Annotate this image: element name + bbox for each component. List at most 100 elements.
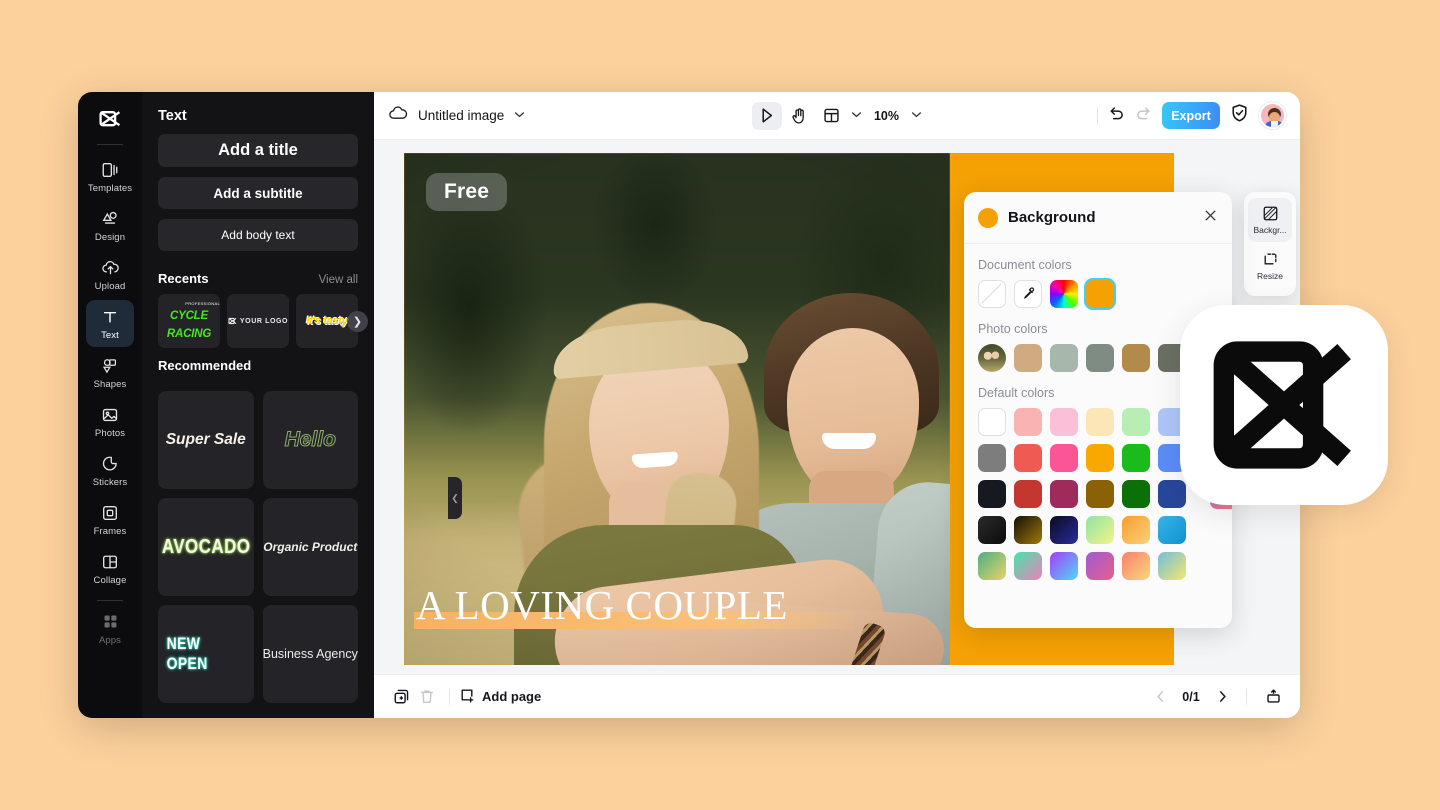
default-color-swatch[interactable] — [1122, 480, 1150, 508]
cloud-icon[interactable] — [388, 105, 408, 127]
background-panel-header: Background — [964, 192, 1232, 244]
sidebar-item-design[interactable]: Design — [86, 202, 134, 249]
color-wheel-swatch[interactable] — [1050, 280, 1078, 308]
dock-item-background[interactable]: Backgr... — [1248, 198, 1292, 242]
default-color-swatch[interactable] — [1050, 516, 1078, 544]
default-color-swatch[interactable] — [1014, 516, 1042, 544]
sidebar-item-shapes[interactable]: Shapes — [86, 349, 134, 396]
photo-source-thumbnail[interactable] — [978, 344, 1006, 372]
default-color-swatch[interactable] — [1122, 552, 1150, 580]
default-color-swatch[interactable] — [1050, 408, 1078, 436]
default-color-swatch[interactable] — [1158, 552, 1186, 580]
default-color-swatch[interactable] — [1014, 444, 1042, 472]
default-color-swatch[interactable] — [1014, 408, 1042, 436]
sidebar-item-collage[interactable]: Collage — [86, 545, 134, 592]
transparent-swatch[interactable] — [978, 280, 1006, 308]
default-color-swatch[interactable] — [1122, 444, 1150, 472]
sidebar-label: Collage — [93, 575, 127, 586]
present-icon[interactable] — [1260, 684, 1286, 710]
default-color-swatch[interactable] — [1158, 480, 1186, 508]
duplicate-page-icon[interactable] — [388, 684, 414, 710]
recent-template-card[interactable]: YOUR LOGO — [227, 294, 289, 348]
dock-item-resize[interactable]: Resize — [1248, 244, 1292, 288]
default-color-swatch[interactable] — [978, 480, 1006, 508]
export-button[interactable]: Export — [1162, 102, 1220, 129]
photo-color-swatch[interactable] — [1122, 344, 1150, 372]
sidebar-item-photos[interactable]: Photos — [86, 398, 134, 445]
free-badge[interactable]: Free — [426, 173, 508, 211]
add-title-button[interactable]: Add a title — [158, 134, 358, 167]
sidebar-item-upload[interactable]: Upload — [86, 251, 134, 298]
eyedropper-swatch[interactable] — [1014, 280, 1042, 308]
zoom-chevron-down-icon[interactable] — [911, 110, 922, 121]
default-color-swatch[interactable] — [1014, 480, 1042, 508]
photo-color-swatch[interactable] — [1086, 344, 1114, 372]
recents-header: Recents View all — [142, 261, 374, 294]
default-color-swatch[interactable] — [1014, 552, 1042, 580]
rec-3-label: Organic Product — [263, 540, 358, 554]
chevron-down-icon[interactable] — [514, 110, 525, 121]
zoom-level-value[interactable]: 10% — [874, 109, 899, 123]
hand-tool-button[interactable] — [784, 102, 814, 130]
sidebar-label: Design — [94, 232, 126, 243]
document-title[interactable]: Untitled image — [418, 108, 504, 123]
default-color-swatch[interactable] — [1086, 516, 1114, 544]
default-color-swatch[interactable] — [1050, 444, 1078, 472]
recent-template-card[interactable]: PROFESSIONAL CYCLE RACING — [158, 294, 220, 348]
recents-next-arrow[interactable]: ❯ — [347, 311, 368, 332]
layout-tool-button[interactable] — [816, 102, 846, 130]
topbar-left: Untitled image — [388, 105, 525, 127]
default-color-swatch[interactable] — [978, 552, 1006, 580]
sidebar-item-stickers[interactable]: Stickers — [86, 447, 134, 494]
photo-color-swatch[interactable] — [1014, 344, 1042, 372]
default-color-swatch[interactable] — [1086, 408, 1114, 436]
capcut-logo-icon[interactable] — [93, 104, 127, 134]
layout-chevron-down-icon[interactable] — [851, 110, 862, 121]
redo-icon[interactable] — [1135, 105, 1152, 126]
chevron-right-icon[interactable] — [1211, 686, 1233, 708]
default-color-swatch[interactable] — [1086, 552, 1114, 580]
view-all-link[interactable]: View all — [319, 274, 358, 286]
close-icon[interactable] — [1203, 208, 1218, 227]
default-color-swatch[interactable] — [978, 444, 1006, 472]
chevron-left-icon[interactable] — [1149, 686, 1171, 708]
default-color-swatch[interactable] — [1158, 516, 1186, 544]
undo-icon[interactable] — [1108, 105, 1125, 126]
shield-check-icon[interactable] — [1230, 103, 1249, 128]
sidebar-item-apps[interactable]: Apps — [86, 605, 134, 652]
sidebar-label: Apps — [98, 635, 122, 646]
default-color-swatch[interactable] — [1086, 480, 1114, 508]
toolbar-divider — [1097, 106, 1098, 125]
recommended-card[interactable]: Business Agency — [262, 605, 358, 703]
add-body-text-button[interactable]: Add body text — [158, 219, 358, 251]
select-tool-button[interactable] — [751, 101, 782, 130]
current-color-swatch[interactable] — [978, 207, 998, 228]
default-color-swatch[interactable] — [1050, 480, 1078, 508]
default-color-swatch[interactable] — [978, 408, 1006, 436]
recommended-card[interactable]: AVOCADO — [158, 498, 254, 596]
orange-swatch[interactable] — [1086, 280, 1114, 308]
panel-collapse-handle[interactable]: ❮ — [448, 477, 462, 519]
recommended-card[interactable]: NEW OPEN — [158, 605, 254, 703]
canvas-stage[interactable]: Free A LOVING COUPLE Background Document… — [374, 140, 1300, 674]
avatar[interactable] — [1259, 102, 1286, 129]
canvas-title-text[interactable]: A LOVING COUPLE — [416, 581, 788, 629]
photo-color-swatch[interactable] — [1050, 344, 1078, 372]
rail-divider — [97, 144, 123, 145]
sidebar-item-frames[interactable]: Frames — [86, 496, 134, 543]
default-color-swatch[interactable] — [978, 516, 1006, 544]
sidebar-item-templates[interactable]: Templates — [86, 153, 134, 200]
add-page-button[interactable]: Add page — [459, 687, 541, 706]
recommended-card[interactable]: Organic Product — [262, 498, 358, 596]
recommended-label: Recommended — [158, 358, 252, 373]
default-color-swatch[interactable] — [1050, 552, 1078, 580]
default-color-swatch[interactable] — [1086, 444, 1114, 472]
recommended-card[interactable]: Super Sale — [158, 391, 254, 489]
add-subtitle-button[interactable]: Add a subtitle — [158, 177, 358, 209]
stickers-icon — [101, 453, 119, 474]
recommended-card[interactable]: Hello — [262, 391, 358, 489]
trash-icon[interactable] — [414, 684, 440, 710]
sidebar-item-text[interactable]: Text — [86, 300, 134, 347]
default-color-swatch[interactable] — [1122, 516, 1150, 544]
default-color-swatch[interactable] — [1122, 408, 1150, 436]
